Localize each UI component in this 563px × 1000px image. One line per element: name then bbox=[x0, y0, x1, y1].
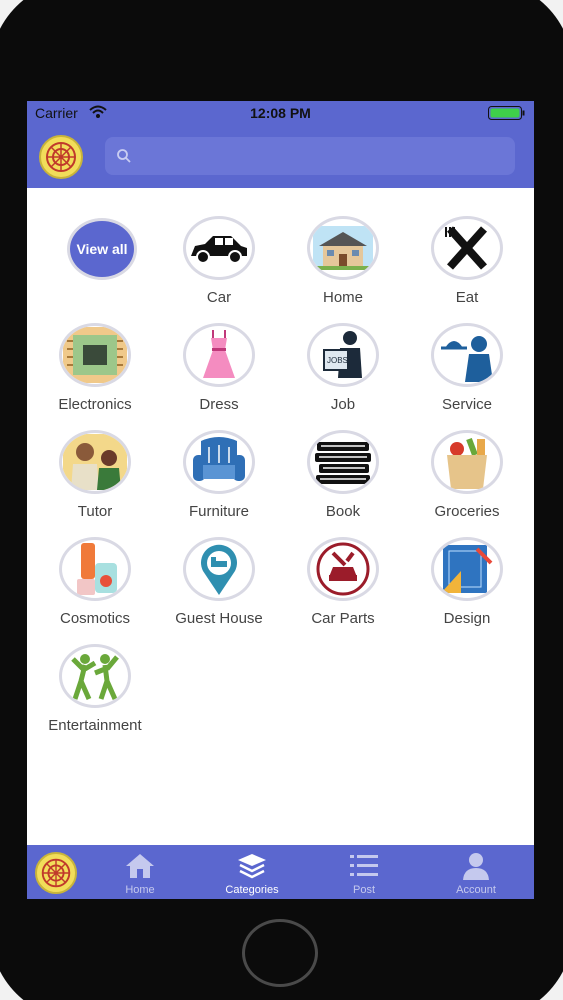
app-logo[interactable] bbox=[39, 135, 83, 179]
clock: 12:08 PM bbox=[250, 105, 311, 121]
svg-text:JOBS: JOBS bbox=[327, 356, 348, 365]
nav-bar bbox=[27, 125, 534, 188]
category-label: Car Parts bbox=[311, 610, 375, 627]
battery-icon bbox=[488, 106, 525, 120]
category-book[interactable]: Book bbox=[281, 402, 405, 520]
dancers-icon bbox=[59, 644, 131, 708]
category-electronics[interactable]: Electronics bbox=[33, 295, 157, 413]
tab-label: Home bbox=[125, 884, 155, 896]
category-home[interactable]: Home bbox=[281, 188, 405, 306]
category-dress[interactable]: Dress bbox=[157, 295, 281, 413]
status-bar: Carrier 12:08 PM bbox=[27, 101, 534, 125]
category-cosmotics[interactable]: Cosmotics bbox=[33, 509, 157, 627]
tab-bar-logo[interactable] bbox=[35, 852, 77, 894]
tab-post[interactable]: Post bbox=[308, 845, 420, 899]
search-input[interactable] bbox=[139, 137, 509, 175]
web-logo-icon bbox=[41, 858, 71, 888]
tab-bar: Home Categories Post Account bbox=[27, 845, 534, 899]
cosmetics-icon bbox=[59, 537, 131, 601]
category-service[interactable]: Service bbox=[405, 295, 529, 413]
tab-label: Post bbox=[352, 884, 375, 896]
dress-icon bbox=[183, 323, 255, 387]
home-icon bbox=[126, 854, 154, 878]
view-all-button[interactable]: View all bbox=[33, 188, 157, 295]
list-icon bbox=[350, 855, 378, 876]
category-guest-house[interactable]: Guest House bbox=[157, 509, 281, 627]
fork-knife-icon bbox=[431, 216, 503, 280]
category-tutor[interactable]: Tutor bbox=[33, 402, 157, 520]
tab-home[interactable]: Home bbox=[84, 845, 196, 899]
device-home-button[interactable] bbox=[242, 919, 318, 987]
category-label: Entertainment bbox=[48, 717, 142, 734]
search-icon bbox=[117, 149, 131, 163]
car-parts-icon bbox=[307, 537, 379, 601]
category-furniture[interactable]: Furniture bbox=[157, 402, 281, 520]
app-screen: Carrier 12:08 PM View all Car Home Eat E… bbox=[27, 101, 534, 899]
tab-label: Account bbox=[456, 884, 496, 896]
category-car-parts[interactable]: Car Parts bbox=[281, 509, 405, 627]
category-groceries[interactable]: Groceries bbox=[405, 402, 529, 520]
job-icon: JOBS bbox=[307, 323, 379, 387]
armchair-icon bbox=[183, 430, 255, 494]
category-eat[interactable]: Eat bbox=[405, 188, 529, 306]
category-car[interactable]: Car bbox=[157, 188, 281, 306]
house-icon bbox=[307, 216, 379, 280]
category-design[interactable]: Design bbox=[405, 509, 529, 627]
search-bar[interactable] bbox=[105, 137, 515, 175]
category-entertainment[interactable]: Entertainment bbox=[33, 616, 157, 734]
design-icon bbox=[431, 537, 503, 601]
books-icon bbox=[307, 430, 379, 494]
user-icon bbox=[463, 853, 489, 880]
web-logo-icon bbox=[46, 142, 76, 172]
tutor-icon bbox=[59, 430, 131, 494]
tab-account[interactable]: Account bbox=[420, 845, 532, 899]
tab-categories[interactable]: Categories bbox=[196, 845, 308, 899]
view-all-label: View all bbox=[67, 218, 137, 280]
category-label: Design bbox=[443, 610, 491, 627]
category-job[interactable]: JOBS Job bbox=[281, 295, 405, 413]
category-label: Guest House bbox=[175, 610, 263, 627]
guest-house-pin-icon bbox=[183, 537, 255, 601]
chip-icon bbox=[59, 323, 131, 387]
layers-icon bbox=[238, 854, 266, 879]
tab-label: Categories bbox=[225, 884, 279, 896]
waiter-icon bbox=[431, 323, 503, 387]
grocery-bag-icon bbox=[431, 430, 503, 494]
car-icon bbox=[183, 216, 255, 280]
